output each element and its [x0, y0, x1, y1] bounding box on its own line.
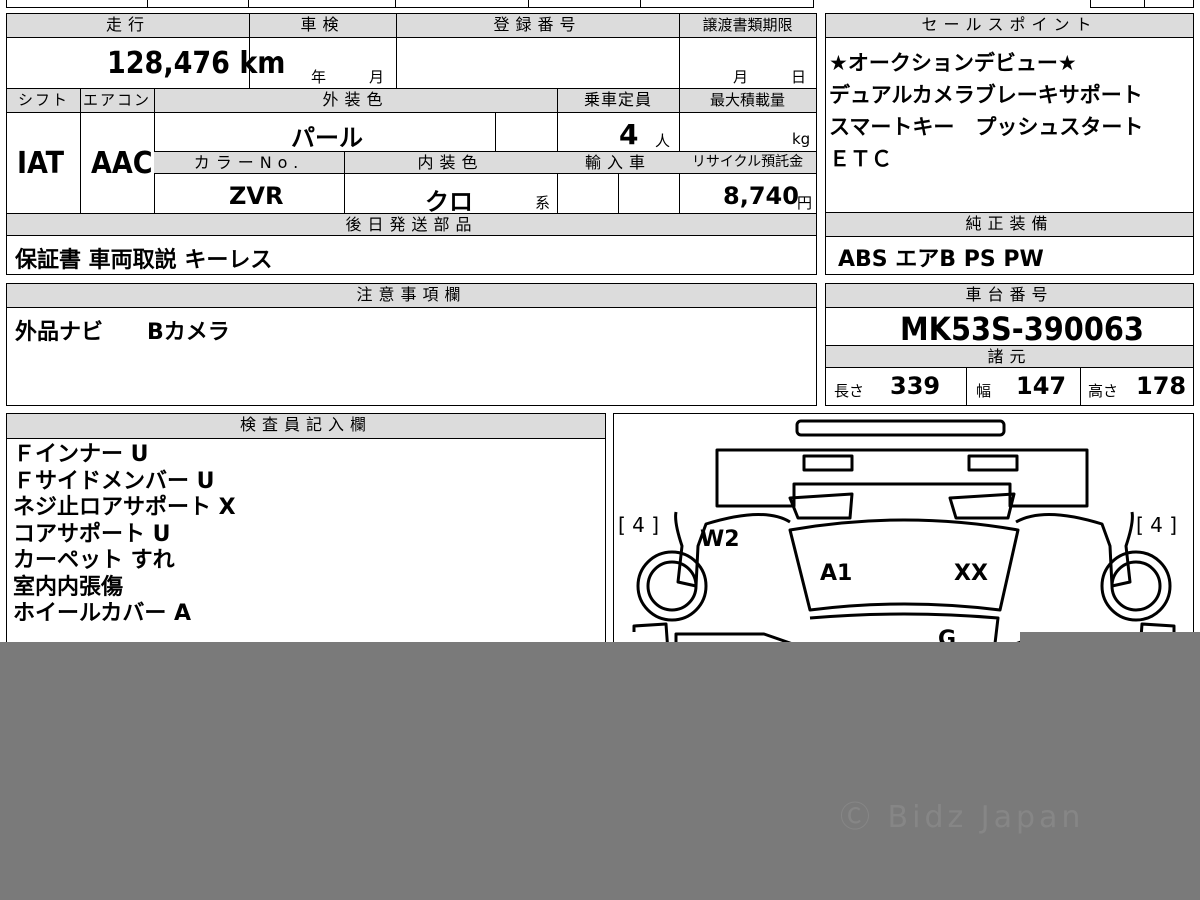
transfer-month-unit: 月 [733, 68, 749, 86]
spec-height-label: 高さ [1088, 382, 1119, 400]
capacity-header: 乗車定員 [557, 89, 679, 113]
mileage-value: 128,476 km [107, 46, 286, 81]
inspector-line: コアサポート U [13, 522, 171, 547]
inspector-line: ネジ止ロアサポート X [13, 495, 236, 520]
redaction-overlay [0, 642, 1200, 900]
recycle-value: 8,740 [723, 182, 799, 210]
later-items-value: 保証書 車両取説 キーレス [15, 248, 273, 273]
registration-header: 登録番号 [396, 14, 679, 38]
color-no-value: ZVR [229, 182, 284, 210]
selling-point-line: デュアルカメラブレーキサポート [829, 83, 1143, 107]
inspection-month-unit: 月 [369, 68, 385, 86]
interior-color-suffix: 系 [535, 194, 551, 212]
exterior-color-value: パール [291, 124, 363, 152]
selling-point-line: ＥＴＣ [829, 147, 892, 171]
capacity-unit: 人 [655, 132, 671, 150]
recycle-header: リサイクル預託金 [679, 152, 816, 174]
spec-width-label: 幅 [976, 382, 992, 400]
vehicle-info-table: 走行 車検 登録番号 譲渡書類期限 128,476 km 年 月 月 日 シフト… [6, 13, 817, 275]
interior-color-header: 内装色 [344, 152, 557, 174]
transfer-day-unit: 日 [791, 68, 807, 86]
inspector-line: Ｆインナー U [13, 442, 149, 467]
selling-point-line: ★オークションデビュー★ [829, 51, 1077, 75]
interior-color-value: クロ [425, 188, 473, 216]
standard-equipment-header: 純正装備 [826, 213, 1193, 237]
inspector-box: 検査員記入欄 Ｆインナー U Ｆサイドメンバー U ネジ止ロアサポート X コア… [6, 413, 606, 653]
aircon-header: エアコン [80, 89, 154, 113]
damage-mark: W2 [700, 527, 740, 552]
inspection-header: 車検 [249, 14, 396, 38]
damage-mark: A1 [820, 561, 852, 586]
inspection-year-unit: 年 [311, 68, 327, 86]
max-load-header: 最大積載量 [679, 89, 816, 113]
max-load-unit: kg [792, 130, 811, 148]
inspector-line: カーペット すれ [13, 548, 175, 573]
selling-points-header: セールスポイント [826, 14, 1193, 38]
spec-length-value: 339 [890, 372, 941, 400]
tire-count-left: [ 4 ] [618, 513, 659, 537]
spec-width-value: 147 [1016, 372, 1067, 400]
later-items-header: 後日発送部品 [7, 214, 816, 236]
transfer-deadline-header: 譲渡書類期限 [679, 14, 816, 38]
inspector-line: ホイールカバー A [13, 601, 192, 626]
recycle-unit: 円 [797, 194, 813, 212]
standard-equipment-value: ABS エアB PS PW [838, 247, 1044, 272]
inspector-line: Ｆサイドメンバー U [13, 469, 215, 494]
shift-value: IAT [17, 146, 65, 181]
notes-header: 注意事項欄 [7, 284, 816, 308]
mileage-header: 走行 [7, 14, 249, 38]
chassis-box: 車台番号 MK53S-390063 諸元 長さ 339 幅 147 高さ 178 [825, 283, 1194, 406]
spec-height-value: 178 [1136, 372, 1187, 400]
chassis-header: 車台番号 [826, 284, 1193, 308]
exterior-color-header: 外装色 [154, 89, 557, 113]
inspector-line: 室内内張傷 [13, 575, 124, 600]
spec-length-label: 長さ [834, 382, 865, 400]
color-no-header: カラーNo. [154, 152, 344, 174]
shift-header: シフト [7, 89, 80, 113]
notes-value: 外品ナビ Bカメラ [15, 320, 230, 345]
specs-header: 諸元 [826, 346, 1193, 368]
notes-box: 注意事項欄 外品ナビ Bカメラ [6, 283, 817, 406]
top-edge-strip [0, 0, 1200, 8]
capacity-value: 4 [619, 118, 639, 151]
watermark: Ⓒ Bidz Japan [840, 800, 1085, 835]
car-outline-diagram: [ 4 ] [ 4 ] W2 A1 XX G [618, 419, 1177, 652]
damage-mark: XX [954, 561, 988, 586]
selling-points-box: セールスポイント ★オークションデビュー★ デュアルカメラブレーキサポート スマ… [825, 13, 1194, 213]
tire-count-right: [ 4 ] [1136, 513, 1177, 537]
chassis-value: MK53S-390063 [900, 310, 1144, 348]
aircon-value: AAC [91, 146, 153, 181]
car-diagram-box: [ 4 ] [ 4 ] W2 A1 XX G [613, 413, 1194, 653]
import-header: 輸入車 [557, 152, 679, 174]
inspector-header: 検査員記入欄 [7, 414, 605, 439]
selling-point-line: スマートキー プッシュスタート [829, 115, 1144, 139]
standard-equipment-box: 純正装備 ABS エアB PS PW [825, 212, 1194, 275]
